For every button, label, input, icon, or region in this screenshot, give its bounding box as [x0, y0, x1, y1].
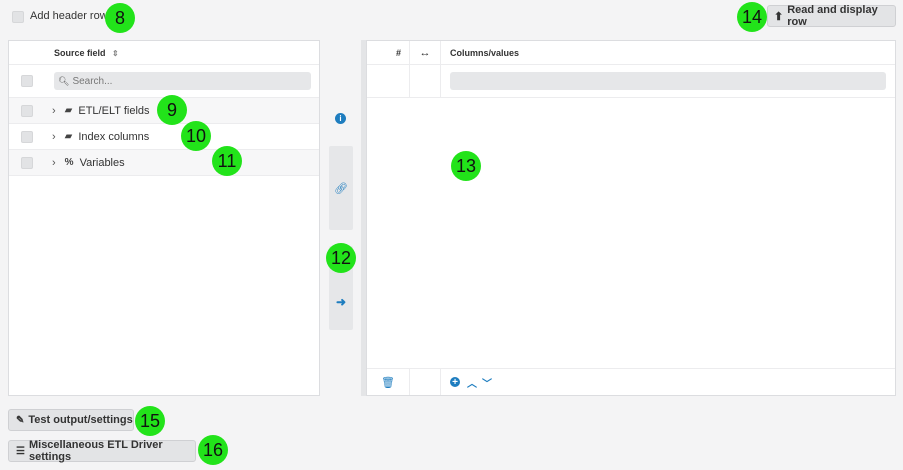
search-row: 🔍︎ Search...: [9, 65, 319, 98]
select-all-checkbox[interactable]: [21, 75, 33, 87]
add-header-row-checkbox[interactable]: [12, 11, 24, 23]
marker-12: 12: [326, 243, 356, 273]
search-icon: 🔍︎: [58, 75, 70, 86]
source-field-panel: Source field ⇕ 🔍︎ Search... › ▰ ETL/ELT …: [8, 40, 320, 396]
marker-10: 10: [181, 121, 211, 151]
test-output-settings-label: Test output/settings: [28, 414, 133, 426]
folder-icon: ▰: [64, 131, 73, 142]
marker-16: 16: [198, 435, 228, 465]
read-and-display-row-button[interactable]: ⬆ Read and display row: [767, 4, 896, 28]
tree-item-label: ETL/ELT fields: [78, 104, 150, 117]
tree-item-checkbox[interactable]: [21, 104, 33, 117]
marker-9: 9: [157, 95, 187, 125]
info-icon[interactable]: i: [335, 113, 346, 124]
tree-item-variables[interactable]: › % Variables: [9, 150, 319, 176]
marker-8: 8: [105, 3, 135, 33]
folder-icon: ▰: [64, 105, 73, 116]
marker-11: 11: [212, 146, 242, 176]
tree-item-index-columns[interactable]: › ▰ Index columns: [9, 124, 319, 150]
move-up-icon[interactable]: ︿: [467, 375, 477, 390]
search-placeholder: Search...: [72, 75, 113, 87]
footer-cell-index: 🗑︎: [367, 369, 410, 395]
tree-item-label: Index columns: [78, 130, 150, 143]
upload-icon: ⬆: [774, 10, 784, 23]
chevron-right-icon[interactable]: ›: [52, 105, 56, 117]
search-input[interactable]: 🔍︎ Search...: [54, 72, 311, 90]
marker-14: 14: [737, 2, 767, 32]
filter-cell-width: [410, 65, 441, 97]
source-field-header: Source field ⇕: [9, 41, 319, 65]
list-icon: ☰: [16, 445, 25, 457]
add-icon[interactable]: +: [450, 377, 460, 388]
tree-item-checkbox[interactable]: [21, 156, 33, 169]
col-values-header: Columns/values: [450, 47, 520, 58]
pencil-icon: ✎: [16, 414, 25, 426]
variable-icon: %: [64, 157, 74, 168]
misc-etl-driver-settings-label: Miscellaneous ETL Driver settings: [28, 439, 163, 463]
arrow-right-icon: ➜: [335, 295, 347, 309]
tree-item-label: Variables: [79, 156, 125, 169]
move-down-icon[interactable]: ﹀: [482, 375, 492, 390]
test-output-settings-button[interactable]: ✎ Test output/settings: [8, 409, 134, 431]
columns-filter-row: [367, 65, 895, 98]
trash-icon[interactable]: 🗑︎: [381, 376, 395, 389]
link-button[interactable]: 🔗︎: [329, 146, 353, 230]
marker-13: 13: [451, 151, 481, 181]
col-width-header[interactable]: ↔: [410, 41, 441, 64]
columns-values-header: # ↔ Columns/values: [367, 41, 895, 65]
chevron-right-icon[interactable]: ›: [52, 131, 56, 143]
footer-cell-width: [410, 369, 441, 395]
columns-filter-input[interactable]: [450, 72, 886, 90]
read-and-display-row-label: Read and display row: [787, 4, 878, 28]
marker-15: 15: [135, 406, 165, 436]
link-icon: 🔗︎: [334, 182, 348, 195]
col-index-header: #: [367, 41, 410, 64]
misc-etl-driver-settings-button[interactable]: ☰ Miscellaneous ETL Driver settings: [8, 439, 196, 463]
chevron-right-icon[interactable]: ›: [52, 157, 56, 169]
columns-values-panel: # ↔ Columns/values 🗑︎ + ︿ ﹀: [366, 40, 896, 396]
sort-icon: ⇕: [112, 48, 119, 58]
columns-values-footer: 🗑︎ + ︿ ﹀: [367, 368, 895, 395]
source-field-column-header[interactable]: Source field ⇕: [54, 48, 119, 58]
add-header-row-label: Add header row: [30, 10, 108, 22]
tree-item-checkbox[interactable]: [21, 130, 33, 143]
filter-cell-index: [367, 65, 410, 97]
